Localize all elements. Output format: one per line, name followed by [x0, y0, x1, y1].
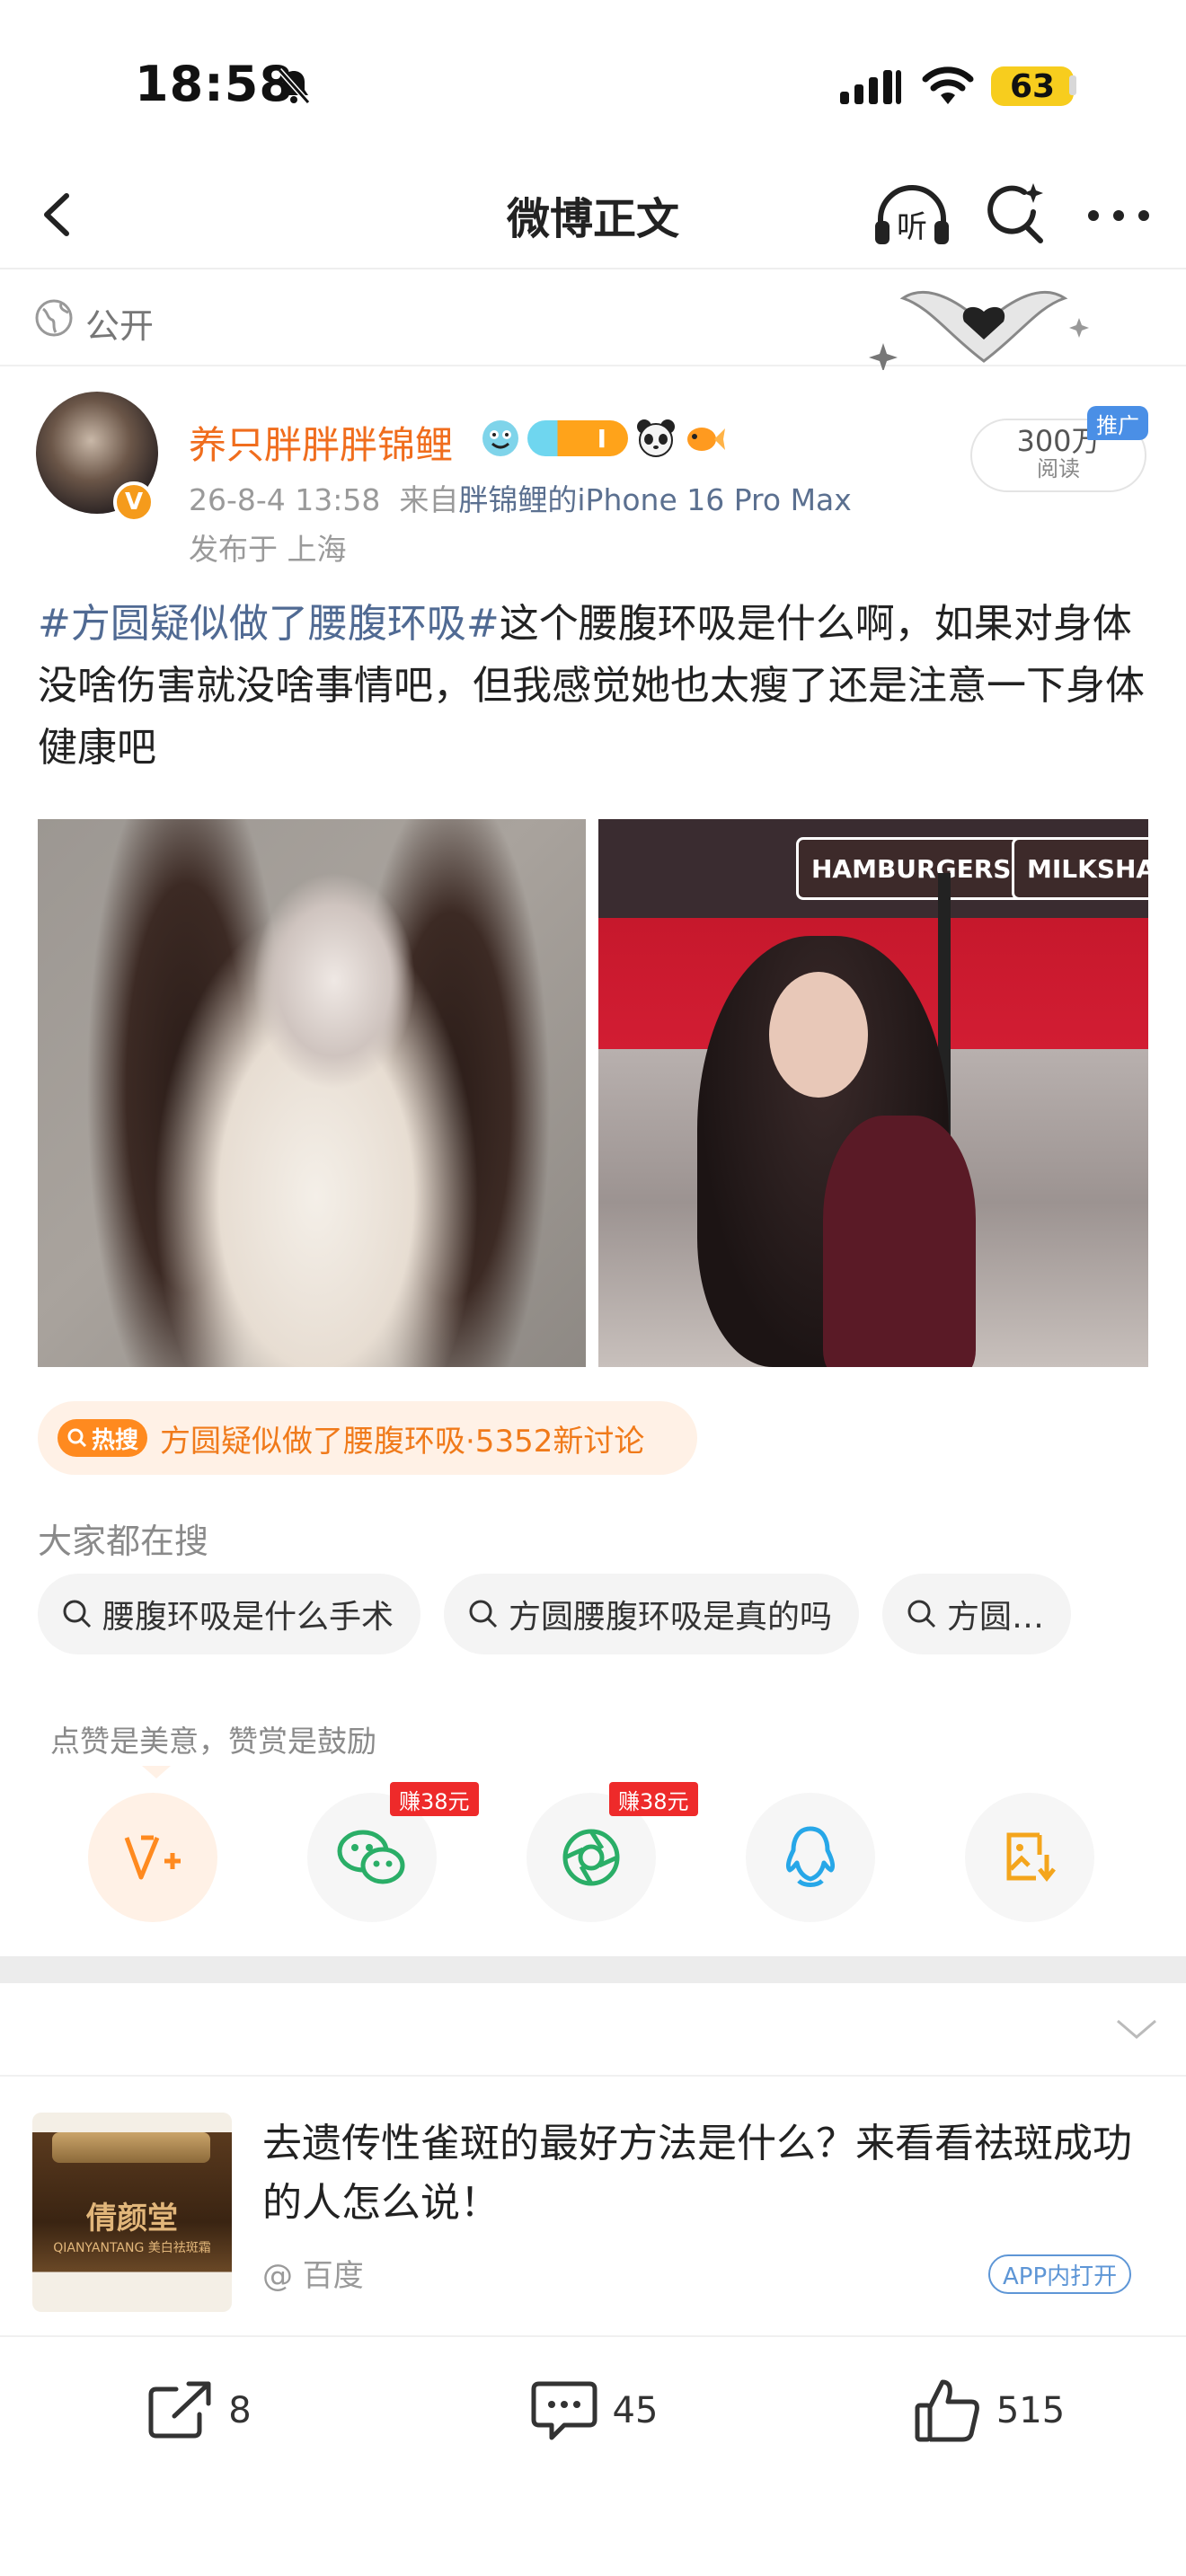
post-timestamp: 26-8-4 13:58: [189, 482, 381, 517]
ad-source: @ 百度: [262, 2258, 364, 2294]
emoji-badge-icon: [482, 420, 518, 456]
ad-title[interactable]: 去遗传性雀斑的最好方法是什么？来看看祛斑成功的人怎么说！: [262, 2114, 1152, 2233]
search-icon: [907, 1600, 936, 1628]
related-search-label: 方圆…: [947, 1599, 1045, 1636]
related-search-label: 方圆腰腹环吸是真的吗: [509, 1599, 833, 1636]
thumbs-up-icon: [915, 2379, 979, 2442]
hot-search-icon-label: 热搜: [91, 1426, 138, 1454]
action-bar: 8 45 515: [0, 2339, 1186, 2483]
visibility-label: 公开: [85, 306, 155, 346]
reward-pointer: [142, 1766, 171, 1778]
related-search-chip[interactable]: 腰腹环吸是什么手术: [38, 1574, 421, 1654]
save-image-icon: [1006, 1832, 1056, 1883]
comment-icon: [531, 2381, 597, 2440]
post-location: 发布于 上海: [189, 532, 347, 567]
hot-search-icon: 热搜: [58, 1419, 147, 1457]
search-icon: [469, 1600, 498, 1628]
repost-button[interactable]: 8: [0, 2339, 395, 2483]
bell-muted-icon: [277, 68, 311, 104]
related-searches-list: 腰腹环吸是什么手术 方圆腰腹环吸是真的吗 方圆…: [38, 1574, 1148, 1654]
status-bar: 18:58 63: [0, 0, 1186, 162]
headphones-icon: 听: [875, 185, 949, 245]
related-search-chip[interactable]: 方圆腰腹环吸是真的吗: [444, 1574, 860, 1654]
promoted-badge: 推广: [1087, 406, 1148, 440]
post-hashtag[interactable]: #方圆疑似做了腰腹环吸#: [38, 601, 500, 647]
post-image-1[interactable]: [38, 819, 586, 1367]
share-qq-button[interactable]: [746, 1793, 875, 1922]
post-source-prefix: 来自: [399, 482, 459, 517]
status-time: 18:58: [135, 56, 294, 112]
earn-badge-moments: 赚38元: [609, 1782, 698, 1816]
comment-button[interactable]: 45: [395, 2339, 791, 2483]
moments-icon: [562, 1829, 620, 1886]
ad-card[interactable]: 倩颜堂 QIANYANTANG 美白祛斑霜 去遗传性雀斑的最好方法是什么？来看看…: [0, 2075, 1186, 2337]
battery-cap: [1069, 75, 1076, 95]
image-sign-2: MILKSHA: [1012, 837, 1148, 900]
verified-badge-icon: V: [113, 481, 155, 523]
ad-product-brand: 倩颜堂: [86, 2201, 178, 2236]
image-dress: [823, 1116, 976, 1367]
like-count: 515: [996, 2390, 1066, 2431]
section-divider: [0, 1956, 1186, 1983]
ad-product-lid: [52, 2132, 210, 2163]
qq-icon: [785, 1826, 836, 1887]
related-searches-heading: 大家都在搜: [38, 1522, 209, 1561]
visibility-row: 公开: [0, 271, 1186, 370]
reward-v-icon: [124, 1835, 181, 1880]
listen-button[interactable]: 听: [872, 180, 952, 251]
search-icon[interactable]: [979, 178, 1051, 250]
wechat-icon: [337, 1830, 405, 1884]
ad-product-image: 倩颜堂 QIANYANTANG 美白祛斑霜: [32, 2113, 232, 2312]
nav-bar: 微博正文 听: [0, 162, 1186, 269]
ad-product-sub: QIANYANTANG 美白祛斑霜: [53, 2241, 211, 2255]
more-icon[interactable]: [1083, 189, 1155, 243]
post-source[interactable]: 胖锦鲤的iPhone 16 Pro Max: [458, 482, 851, 517]
search-icon: [63, 1600, 92, 1628]
hot-search-topic: 方圆疑似做了腰腹环吸: [160, 1423, 465, 1460]
repost-count: 8: [228, 2390, 252, 2431]
hot-search-pill[interactable]: 热搜 方圆疑似做了腰腹环吸 ·5352新讨论: [38, 1401, 697, 1475]
author-name[interactable]: 养只胖胖胖锦鲤: [189, 415, 453, 470]
hot-search-suffix: ·5352新讨论: [465, 1423, 645, 1460]
save-image-button[interactable]: [965, 1793, 1094, 1922]
reward-label: 点赞是美意，赞赏是鼓励: [50, 1724, 376, 1759]
read-label: 阅读: [1037, 456, 1080, 481]
chevron-down-icon[interactable]: [1114, 2016, 1159, 2042]
battery-indicator: 63: [991, 66, 1074, 106]
open-in-app-button[interactable]: APP内打开: [988, 2254, 1132, 2294]
decorative-heart-sticker-icon: [869, 291, 1089, 370]
panda-icon: [637, 419, 675, 457]
post-meta: 26-8-4 13:58 来自胖锦鲤的iPhone 16 Pro Max: [189, 476, 852, 519]
related-search-chip[interactable]: 方圆…: [882, 1574, 1072, 1654]
search-small-icon: [67, 1428, 87, 1448]
signal-icon: [840, 70, 901, 104]
share-row: 赚38元 赚38元: [0, 1782, 1186, 1928]
image-face: [769, 972, 868, 1098]
wifi-icon: [922, 66, 974, 104]
goldfish-icon: [687, 428, 725, 451]
earn-badge-wechat: 赚38元: [390, 1782, 479, 1816]
post-body: #方圆疑似做了腰腹环吸#这个腰腹环吸是什么啊，如果对身体没啥伤害就没啥事情吧，但…: [38, 593, 1152, 779]
globe-icon: [35, 299, 73, 337]
listen-label: 听: [897, 209, 927, 245]
author-badges: I: [481, 415, 725, 462]
like-button[interactable]: 515: [791, 2339, 1186, 2483]
related-search-label: 腰腹环吸是什么手术: [102, 1599, 394, 1636]
level-badge: I: [527, 420, 628, 456]
post-image-2[interactable]: HAMBURGERS MILKSHA: [598, 819, 1148, 1367]
comment-count: 45: [612, 2390, 659, 2431]
image-sign-1: HAMBURGERS: [796, 837, 1027, 900]
reward-button[interactable]: [88, 1793, 217, 1922]
repost-icon: [148, 2381, 211, 2439]
